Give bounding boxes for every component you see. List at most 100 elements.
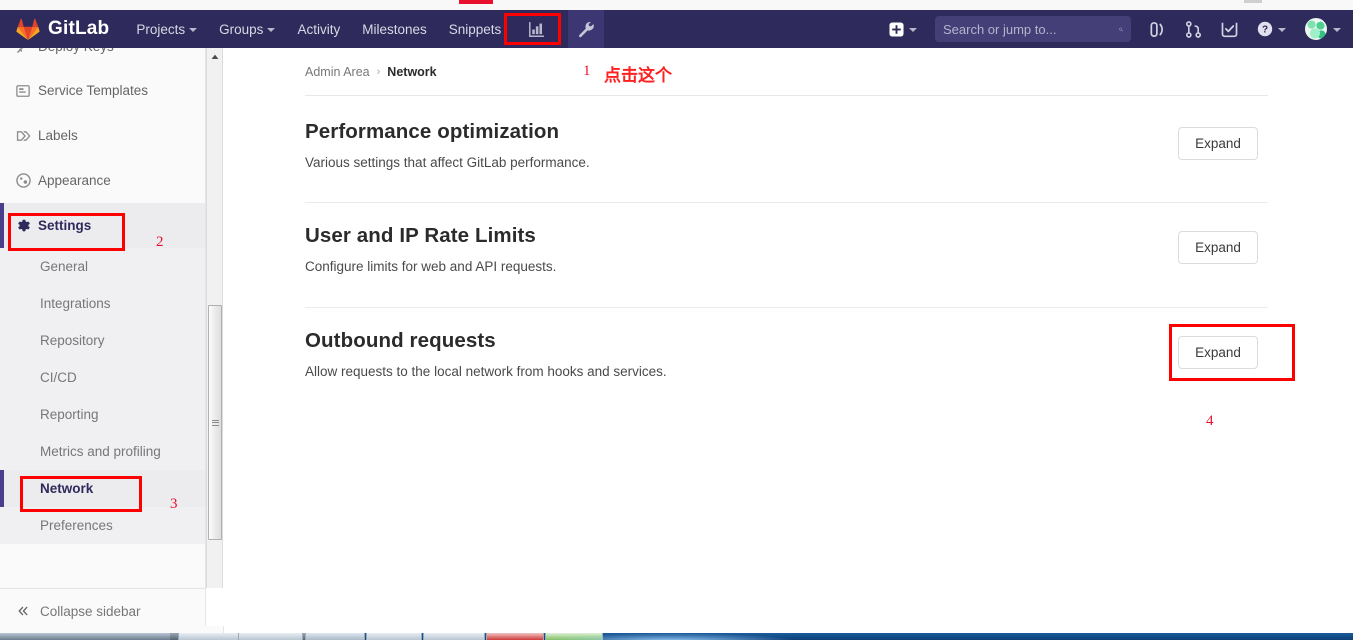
- taskbar-button[interactable]: [486, 633, 544, 640]
- sidebar-item-settings[interactable]: Settings: [0, 203, 205, 248]
- issues-icon: [1149, 21, 1163, 37]
- expand-button-performance-optimization[interactable]: Expand: [1178, 127, 1258, 160]
- windows-taskbar[interactable]: [0, 633, 1353, 640]
- gitlab-brand[interactable]: GitLab: [16, 18, 109, 40]
- search-icon[interactable]: [1119, 22, 1123, 37]
- nav-admin-wrench-button[interactable]: [568, 10, 605, 48]
- sidebar-subitem-integrations-label: Integrations: [40, 296, 111, 311]
- sidebar-item-appearance-label: Appearance: [38, 173, 111, 188]
- search-input[interactable]: [943, 21, 1119, 37]
- sidebar-item-labels[interactable]: Labels: [0, 113, 205, 158]
- sidebar-subitem-repository-label: Repository: [40, 333, 105, 348]
- avatar: [1304, 17, 1328, 41]
- nav-item-projects[interactable]: Projects: [125, 10, 208, 48]
- taskbar-button[interactable]: [423, 633, 485, 640]
- merge-requests-button[interactable]: [1175, 10, 1211, 48]
- nav-item-milestones-label: Milestones: [362, 21, 427, 37]
- merge-request-icon: [1185, 20, 1201, 38]
- brand-label: GitLab: [48, 18, 110, 39]
- chevron-down-icon: [189, 28, 198, 32]
- breadcrumb-admin-area[interactable]: Admin Area: [305, 65, 370, 79]
- sidebar-subitem-integrations[interactable]: Integrations: [0, 285, 205, 322]
- template-icon: [16, 84, 38, 98]
- section-divider-1: [305, 202, 1268, 203]
- chevron-down-icon: [1333, 28, 1341, 32]
- double-chevron-left-icon: [18, 606, 28, 616]
- breadcrumb: Admin Area › Network: [305, 65, 437, 79]
- annotation-number-1: 1: [583, 63, 591, 79]
- taskbar-button[interactable]: [366, 633, 422, 640]
- scrollbar-thumb[interactable]: [208, 305, 222, 540]
- chrome-red-annotation-fragment: [459, 0, 493, 4]
- sidebar-item-deploy-keys-label: Deploy Keys: [38, 48, 114, 54]
- annotation-number-3: 3: [170, 496, 178, 512]
- sidebar-subitem-reporting[interactable]: Reporting: [0, 396, 205, 433]
- sidebar-scrollbar[interactable]: [206, 48, 223, 588]
- sidebar-bottom-strip: [0, 626, 224, 633]
- expand-button-outbound-requests[interactable]: Expand: [1178, 336, 1258, 369]
- breadcrumb-divider: [305, 95, 1268, 96]
- nav-item-activity[interactable]: Activity: [286, 10, 351, 48]
- issues-button[interactable]: [1139, 10, 1175, 48]
- nav-item-milestones[interactable]: Milestones: [351, 10, 438, 48]
- section-divider-2: [305, 307, 1268, 308]
- navbar-right-group: ?: [879, 10, 1353, 48]
- breadcrumb-separator: ›: [376, 66, 381, 78]
- sidebar-item-service-templates-label: Service Templates: [38, 83, 149, 98]
- nav-item-projects-label: Projects: [136, 21, 186, 37]
- collapse-sidebar-label: Collapse sidebar: [40, 603, 141, 619]
- nav-item-groups[interactable]: Groups: [208, 10, 286, 48]
- svg-text:?: ?: [1262, 25, 1268, 36]
- gear-icon: [16, 218, 38, 233]
- sidebar-item-deploy-keys[interactable]: Deploy Keys: [0, 48, 205, 68]
- sidebar-subitem-repository[interactable]: Repository: [0, 322, 205, 359]
- analytics-icon: [528, 21, 544, 37]
- wrench-admin-icon: [578, 21, 594, 37]
- plus-square-icon: [889, 21, 904, 37]
- sidebar-subitem-metrics-label: Metrics and profiling: [40, 444, 161, 459]
- taskbar-glow: [540, 633, 800, 640]
- nav-item-activity-label: Activity: [297, 21, 341, 37]
- nav-analytics-button[interactable]: [518, 10, 554, 48]
- key-icon: [16, 48, 38, 54]
- primary-nav: Projects Groups Activity Milestones Snip…: [125, 10, 605, 48]
- taskbar-button[interactable]: [305, 633, 365, 640]
- sidebar-subitem-general[interactable]: General: [0, 248, 205, 285]
- sidebar-subitem-cicd[interactable]: CI/CD: [0, 359, 205, 396]
- expand-button-user-and-ip-rate-limits[interactable]: Expand: [1178, 231, 1258, 264]
- sidebar-subitem-cicd-label: CI/CD: [40, 370, 77, 385]
- chevron-down-icon: [267, 28, 276, 32]
- labels-icon: [16, 129, 38, 143]
- search-box[interactable]: [935, 16, 1131, 42]
- caret-up-icon: [211, 54, 218, 59]
- annotation-text-click-this: 点击这个: [604, 66, 672, 86]
- main-content: Admin Area › Network Performance optimiz…: [224, 48, 1353, 633]
- nav-item-groups-label: Groups: [219, 21, 264, 37]
- chevron-down-icon: [1278, 28, 1286, 32]
- sidebar-item-appearance[interactable]: Appearance: [0, 158, 205, 203]
- taskbar-button[interactable]: [238, 633, 303, 640]
- sidebar-item-service-templates[interactable]: Service Templates: [0, 68, 205, 113]
- help-dropdown[interactable]: ?: [1247, 10, 1296, 48]
- sidebar-subitem-reporting-label: Reporting: [40, 407, 99, 422]
- top-navbar: GitLab Projects Groups Activity Mileston…: [0, 10, 1353, 48]
- user-menu[interactable]: [1296, 17, 1341, 41]
- nav-item-snippets[interactable]: Snippets: [438, 10, 513, 48]
- annotation-number-2: 2: [156, 234, 164, 250]
- new-item-dropdown[interactable]: [879, 10, 927, 48]
- breadcrumb-network[interactable]: Network: [387, 65, 436, 79]
- chevron-down-icon: [909, 28, 917, 32]
- scrollbar-up-arrow[interactable]: [207, 48, 222, 65]
- todo-check-icon: [1221, 22, 1237, 37]
- taskbar-start-region[interactable]: [0, 633, 170, 640]
- gitlab-tanuki-logo: [16, 18, 40, 40]
- sidebar-subitem-network-label: Network: [40, 481, 94, 496]
- sidebar-item-settings-label: Settings: [38, 218, 92, 233]
- chrome-grey-fragment: [1244, 0, 1262, 3]
- browser-chrome-sliver: [0, 0, 1353, 10]
- todos-button[interactable]: [1211, 10, 1247, 48]
- annotation-number-4: 4: [1206, 413, 1214, 429]
- admin-sidebar: Deploy Keys Service Templates Labels App…: [0, 48, 206, 633]
- sidebar-subitem-metrics-and-profiling[interactable]: Metrics and profiling: [0, 433, 205, 470]
- sidebar-subitem-general-label: General: [40, 259, 89, 274]
